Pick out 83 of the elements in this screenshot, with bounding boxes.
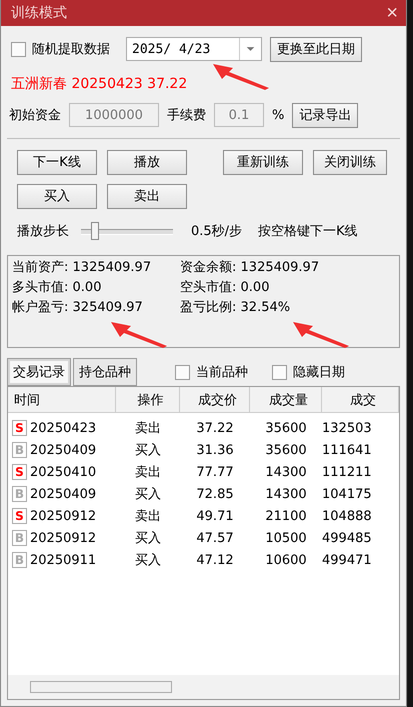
table-cell-text: 买入 — [134, 442, 162, 459]
table-cell-text: 14300 — [264, 486, 308, 502]
stock-info: 五洲新春 20250423 37.22 — [11, 75, 188, 94]
trade-side-badge: B — [12, 442, 27, 458]
step-label: 播放步长 — [17, 223, 69, 240]
percent-label: % — [272, 108, 284, 122]
table-cell-text: 47.12 — [195, 552, 235, 568]
column-header[interactable]: 成交量 — [250, 387, 322, 413]
table-cell-text: 买入 — [134, 486, 162, 503]
action-button[interactable]: 重新训练 — [223, 150, 303, 174]
stat-text: 盈亏比例: 32.54% — [180, 299, 292, 317]
table-cell: B 20250912 — [8, 530, 116, 546]
table-cell: S 20250423 — [8, 420, 116, 436]
fee-label: 手续费 — [167, 107, 206, 124]
table-cell-text: 10600 — [264, 552, 308, 568]
table-cell-text: 35600 — [264, 420, 308, 436]
table-cell-text: 111211 — [322, 464, 373, 480]
table-cell: B 20250911 — [8, 552, 116, 568]
table-cell-text: 77.77 — [195, 464, 235, 480]
table-cell-text: 104888 — [322, 508, 373, 524]
table-cell-text: 132503 — [322, 420, 373, 436]
step-reading: 0.5秒/步 — [191, 223, 242, 240]
stat-text: 当前资产: 1325409.97 — [12, 259, 152, 277]
trade-side-badge: S — [12, 464, 27, 480]
random-data-checkbox[interactable]: 随机提取数据 — [11, 40, 110, 58]
table-cell-text: 买入 — [134, 552, 162, 569]
column-header[interactable]: 操作 — [116, 387, 180, 413]
trade-button[interactable]: 卖出 — [107, 184, 187, 208]
table-cell-text: 37.22 — [195, 420, 235, 436]
table-cell: S 20250912 — [8, 508, 116, 524]
table-cell-text: 35600 — [264, 442, 308, 458]
column-header[interactable]: 时间 — [8, 387, 116, 413]
stat-text: 空头市值: 0.00 — [180, 279, 270, 297]
column-header[interactable]: 成交价 — [180, 387, 250, 413]
trade-side-badge: S — [12, 508, 27, 524]
step-slider[interactable] — [81, 221, 173, 241]
stat-text: 帐户盈亏: 325409.97 — [12, 299, 144, 317]
horizontal-scrollbar[interactable] — [8, 675, 399, 699]
space-key-hint: 按空格键下一K线 — [258, 223, 358, 240]
table-cell-text: 31.36 — [195, 442, 235, 458]
change-date-button[interactable]: 更换至此日期 — [270, 36, 362, 62]
pointer-arrow — [111, 320, 167, 348]
action-button[interactable]: 关闭训练 — [313, 150, 387, 174]
filter-checkbox[interactable]: 当前品种 — [175, 363, 248, 381]
pointer-arrow — [213, 62, 269, 90]
stat-text: 多头市值: 0.00 — [12, 279, 102, 297]
action-button[interactable]: 播放 — [107, 150, 187, 174]
table-cell: B 20250409 — [8, 486, 116, 502]
stat-text: 资金余额: 1325409.97 — [180, 259, 320, 277]
export-button[interactable]: 记录导出 — [292, 102, 358, 128]
table-cell: S 20250410 — [8, 464, 116, 480]
table-cell-text: 14300 — [264, 464, 308, 480]
slider-thumb[interactable] — [90, 222, 99, 240]
trade-button[interactable]: 买入 — [17, 184, 97, 208]
trade-side-badge: B — [12, 552, 27, 568]
table-cell-text: 499485 — [322, 530, 373, 546]
table-cell-text: 买入 — [134, 530, 162, 547]
table-cell-text: 10500 — [264, 530, 308, 546]
trade-side-badge: B — [12, 486, 27, 502]
window-title: 训练模式 — [11, 4, 67, 22]
scroll-thumb[interactable] — [30, 681, 172, 693]
table-cell-text: 卖出 — [134, 420, 162, 437]
column-header[interactable]: 成交 — [322, 387, 399, 413]
table-cell-text: 21100 — [264, 508, 308, 524]
pointer-arrow — [293, 320, 349, 348]
table-cell-text: 111641 — [322, 442, 373, 458]
close-button[interactable]: × — [386, 3, 398, 23]
date-field[interactable]: 2025/ 4/23 — [126, 37, 262, 61]
initial-funds-label: 初始资金 — [9, 107, 61, 124]
tab[interactable]: 交易记录 — [7, 358, 71, 386]
trade-side-badge: S — [12, 420, 27, 436]
trade-side-badge: B — [12, 530, 27, 546]
filter-checkbox[interactable]: 隐藏日期 — [272, 363, 345, 381]
table-cell-text: 104175 — [322, 486, 373, 502]
table-cell: B 20250409 — [8, 442, 116, 458]
table-cell-text: 卖出 — [134, 464, 162, 481]
action-button[interactable]: 下一K线 — [17, 150, 97, 174]
table-cell-text: 72.85 — [195, 486, 235, 502]
table-cell-text: 499471 — [322, 552, 373, 568]
table-cell-text: 卖出 — [134, 508, 162, 525]
table-cell-text: 49.71 — [195, 508, 235, 524]
tab[interactable]: 持仓品种 — [73, 358, 137, 386]
table-cell-text: 47.57 — [195, 530, 235, 546]
